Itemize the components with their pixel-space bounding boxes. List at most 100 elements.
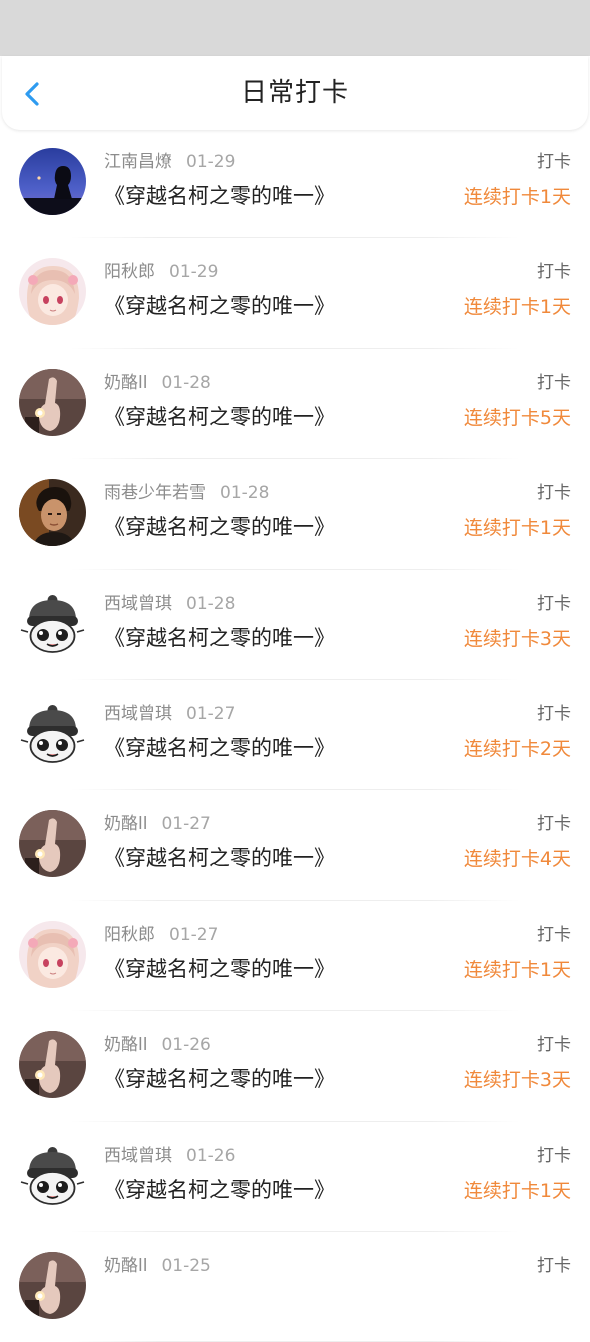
user-name[interactable]: 西域曾琪	[104, 1146, 172, 1166]
book-title[interactable]: 《穿越名柯之零的唯一》	[104, 623, 335, 653]
night-silhouette-avatar[interactable]	[19, 148, 86, 215]
book-title[interactable]: 《穿越名柯之零的唯一》	[104, 733, 335, 763]
entry-meta: 西域曾琪 01-27	[104, 702, 235, 726]
anime-girl-avatar[interactable]	[19, 258, 86, 326]
candle-hand-avatar-image	[19, 1031, 86, 1099]
candle-hand-avatar-image	[19, 810, 86, 878]
checkin-label: 打卡	[537, 593, 571, 614]
entry-date: 01-28	[161, 372, 211, 393]
cartoon-mascot-avatar[interactable]	[19, 589, 86, 657]
entry-meta: 奶酪ll 01-26	[104, 1033, 211, 1057]
streak-label: 连续打卡1天	[463, 296, 571, 319]
user-name[interactable]: 奶酪ll	[104, 373, 147, 393]
checkin-row[interactable]: 奶酪ll 01-26 《穿越名柯之零的唯一》 打卡 连续打卡3天	[0, 1011, 590, 1122]
user-name[interactable]: 奶酪ll	[104, 1256, 147, 1276]
anime-girl-avatar[interactable]	[19, 920, 86, 988]
entry-meta: 阳秋郎 01-27	[104, 923, 218, 947]
entry-meta: 江南昌燎 01-29	[104, 150, 235, 174]
entry-meta: 西域曾琪 01-26	[104, 1144, 235, 1168]
entry-meta: 雨巷少年若雪 01-28	[104, 481, 269, 505]
portrait-man-avatar[interactable]	[19, 479, 86, 547]
checkin-row[interactable]: 西域曾琪 01-27 《穿越名柯之零的唯一》 打卡 连续打卡2天	[0, 680, 590, 791]
user-name[interactable]: 奶酪ll	[104, 1035, 147, 1055]
entry-meta: 奶酪ll 01-25	[104, 1254, 211, 1278]
streak-label: 连续打卡4天	[463, 848, 571, 871]
user-name[interactable]: 雨巷少年若雪	[104, 483, 206, 503]
book-title[interactable]: 《穿越名柯之零的唯一》	[104, 954, 335, 984]
cartoon-mascot-avatar-image	[19, 589, 86, 657]
candle-hand-avatar-image	[19, 1251, 86, 1319]
book-title[interactable]: 《穿越名柯之零的唯一》	[104, 512, 335, 542]
entry-date: 01-29	[186, 152, 236, 172]
book-title[interactable]: 《穿越名柯之零的唯一》	[104, 291, 335, 321]
checkin-row[interactable]: 奶酪ll 01-27 《穿越名柯之零的唯一》 打卡 连续打卡4天	[0, 790, 590, 901]
book-title[interactable]: 《穿越名柯之零的唯一》	[104, 402, 335, 432]
page-title: 日常打卡	[240, 78, 349, 108]
cartoon-mascot-avatar-image	[19, 699, 86, 767]
entry-meta: 西域曾琪 01-28	[104, 592, 235, 616]
streak-label: 连续打卡1天	[463, 1179, 571, 1202]
entry-date: 01-27	[186, 703, 236, 724]
entry-meta: 奶酪ll 01-28	[104, 371, 211, 395]
entry-date: 01-27	[161, 814, 211, 835]
entry-date: 01-25	[161, 1255, 211, 1276]
entry-date: 01-26	[161, 1035, 211, 1056]
book-title[interactable]: 《穿越名柯之零的唯一》	[104, 181, 335, 211]
entry-meta: 阳秋郎 01-29	[104, 260, 218, 284]
entry-date: 01-28	[220, 483, 270, 504]
streak-label: 连续打卡3天	[463, 1069, 571, 1092]
entry-date: 01-26	[186, 1145, 236, 1166]
checkin-label: 打卡	[537, 262, 571, 283]
candle-hand-avatar[interactable]	[19, 810, 86, 878]
checkin-row[interactable]: 奶酪ll 01-28 《穿越名柯之零的唯一》 打卡 连续打卡5天	[0, 349, 590, 460]
entry-date: 01-29	[169, 262, 219, 283]
cartoon-mascot-avatar[interactable]	[19, 1141, 86, 1209]
checkin-label: 打卡	[537, 924, 571, 945]
candle-hand-avatar[interactable]	[19, 1251, 86, 1319]
entry-date: 01-27	[169, 924, 219, 945]
cartoon-mascot-avatar[interactable]	[19, 699, 86, 767]
checkin-row[interactable]: 西域曾琪 01-28 《穿越名柯之零的唯一》 打卡 连续打卡3天	[0, 570, 590, 680]
anime-girl-avatar-image	[19, 258, 86, 326]
checkin-row[interactable]: 阳秋郎 01-27 《穿越名柯之零的唯一》 打卡 连续打卡1天	[0, 901, 590, 1012]
checkin-label: 打卡	[537, 483, 571, 504]
checkin-label: 打卡	[537, 152, 571, 172]
streak-label: 连续打卡5天	[463, 406, 571, 429]
user-name[interactable]: 阳秋郎	[104, 262, 155, 282]
streak-label: 连续打卡1天	[463, 958, 571, 981]
checkin-label: 打卡	[537, 703, 571, 724]
cartoon-mascot-avatar-image	[19, 1141, 86, 1209]
streak-label: 连续打卡3天	[463, 627, 571, 650]
portrait-man-avatar-image	[19, 479, 86, 547]
checkin-label: 打卡	[537, 814, 571, 835]
streak-label: 连续打卡1天	[463, 517, 571, 540]
user-name[interactable]: 江南昌燎	[104, 152, 172, 172]
status-bar	[0, 0, 590, 56]
book-title[interactable]: 《穿越名柯之零的唯一》	[104, 1064, 335, 1094]
user-name[interactable]: 阳秋郎	[104, 925, 155, 945]
streak-label: 连续打卡2天	[463, 737, 571, 760]
streak-label: 连续打卡1天	[463, 186, 571, 208]
checkin-row[interactable]: 西域曾琪 01-26 《穿越名柯之零的唯一》 打卡 连续打卡1天	[0, 1122, 590, 1232]
checkin-row[interactable]: 雨巷少年若雪 01-28 《穿越名柯之零的唯一》 打卡 连续打卡1天	[0, 459, 590, 570]
night-silhouette-avatar-image	[19, 148, 86, 215]
user-name[interactable]: 奶酪ll	[104, 814, 147, 834]
entry-date: 01-28	[186, 593, 236, 614]
entry-meta: 奶酪ll 01-27	[104, 812, 211, 836]
checkin-label: 打卡	[537, 1035, 571, 1056]
candle-hand-avatar[interactable]	[19, 1031, 86, 1099]
checkin-label: 打卡	[537, 372, 571, 393]
book-title[interactable]: 《穿越名柯之零的唯一》	[104, 1175, 335, 1205]
user-name[interactable]: 西域曾琪	[104, 704, 172, 724]
book-title[interactable]: 《穿越名柯之零的唯一》	[104, 843, 335, 873]
checkin-row[interactable]: 江南昌燎 01-29 《穿越名柯之零的唯一》 打卡 连续打卡1天	[0, 128, 590, 239]
checkin-label: 打卡	[537, 1255, 571, 1276]
candle-hand-avatar-image	[19, 368, 86, 436]
checkin-list: 江南昌燎 01-29 《穿越名柯之零的唯一》 打卡 连续打卡1天 阳秋郎 01-29…	[0, 128, 590, 1342]
user-name[interactable]: 西域曾琪	[104, 594, 172, 614]
candle-hand-avatar[interactable]	[19, 368, 86, 436]
anime-girl-avatar-image	[19, 920, 86, 988]
checkin-row[interactable]: 奶酪ll 01-25 打卡	[0, 1232, 590, 1342]
checkin-row[interactable]: 阳秋郎 01-29 《穿越名柯之零的唯一》 打卡 连续打卡1天	[0, 238, 590, 349]
app-header: 日常打卡	[2, 56, 588, 130]
